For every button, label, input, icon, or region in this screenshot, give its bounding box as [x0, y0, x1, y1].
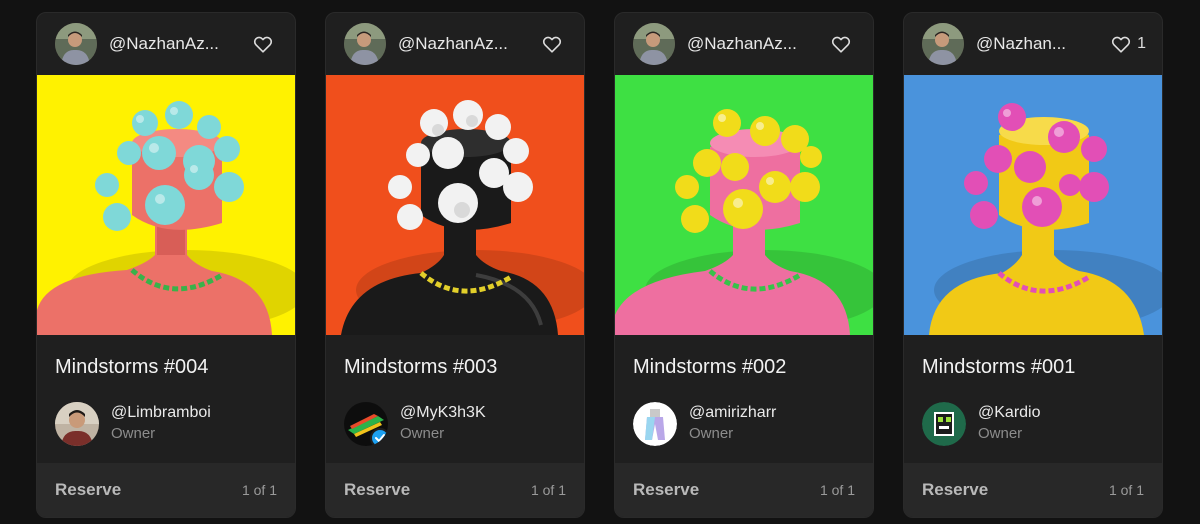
reserve-button[interactable]: Reserve [344, 480, 410, 500]
owner-info: @MyK3h3K Owner [400, 403, 486, 445]
owner-avatar [922, 402, 966, 446]
owner-handle[interactable]: @amirizharr [689, 403, 776, 423]
owner-info: @amirizharr Owner [689, 403, 776, 445]
owner-handle[interactable]: @Kardio [978, 403, 1041, 423]
owner-role: Owner [400, 425, 445, 442]
card-header: @Nazhan... 1 [904, 13, 1162, 75]
like-button[interactable] [542, 35, 568, 53]
nft-artwork[interactable] [615, 75, 873, 335]
owner-row[interactable]: @amirizharr Owner [633, 402, 776, 446]
heart-outline-icon [831, 35, 851, 53]
card-title[interactable]: Mindstorms #002 [633, 356, 786, 379]
owner-row[interactable]: @MyK3h3K Owner [344, 402, 486, 446]
creator-handle[interactable]: @NazhanAz... [398, 34, 532, 54]
card-header: @NazhanAz... [326, 13, 584, 75]
owner-avatar [633, 402, 677, 446]
nft-card[interactable]: @NazhanAz... Mindstorms #004 @Limbramboi… [36, 12, 296, 518]
card-header: @NazhanAz... [615, 13, 873, 75]
card-header: @NazhanAz... [37, 13, 295, 75]
owner-info: @Limbramboi Owner [111, 403, 211, 445]
reserve-button[interactable]: Reserve [633, 480, 699, 500]
owner-role: Owner [689, 425, 734, 442]
card-footer: Reserve 1 of 1 [615, 463, 873, 517]
card-title[interactable]: Mindstorms #003 [344, 356, 497, 379]
edition-label: 1 of 1 [530, 482, 566, 498]
owner-handle[interactable]: @MyK3h3K [400, 403, 486, 423]
owner-info: @Kardio Owner [978, 403, 1041, 445]
nft-card[interactable]: @Nazhan... 1 Mindstorms #001 @Kardio Own… [903, 12, 1163, 518]
nft-artwork[interactable] [904, 75, 1162, 335]
card-title[interactable]: Mindstorms #004 [55, 356, 208, 379]
owner-role: Owner [111, 425, 156, 442]
nft-artwork[interactable] [326, 75, 584, 335]
owner-row[interactable]: @Limbramboi Owner [55, 402, 211, 446]
card-footer: Reserve 1 of 1 [37, 463, 295, 517]
verified-badge-icon [370, 428, 388, 446]
like-button[interactable]: 1 [1111, 35, 1146, 53]
like-count: 1 [1137, 35, 1146, 52]
nft-artwork[interactable] [37, 75, 295, 335]
heart-outline-icon [253, 35, 273, 53]
edition-label: 1 of 1 [819, 482, 855, 498]
heart-outline-icon [542, 35, 562, 53]
owner-handle[interactable]: @Limbramboi [111, 403, 211, 423]
card-footer: Reserve 1 of 1 [326, 463, 584, 517]
like-button[interactable] [831, 35, 857, 53]
creator-avatar[interactable] [633, 23, 675, 65]
heart-outline-icon [1111, 35, 1131, 53]
reserve-button[interactable]: Reserve [922, 480, 988, 500]
edition-label: 1 of 1 [1108, 482, 1144, 498]
card-footer: Reserve 1 of 1 [904, 463, 1162, 517]
creator-handle[interactable]: @NazhanAz... [109, 34, 243, 54]
like-button[interactable] [253, 35, 279, 53]
edition-label: 1 of 1 [241, 482, 277, 498]
nft-card[interactable]: @NazhanAz... Mindstorms #002 @amirizharr… [614, 12, 874, 518]
reserve-button[interactable]: Reserve [55, 480, 121, 500]
creator-handle[interactable]: @NazhanAz... [687, 34, 821, 54]
owner-avatar [55, 402, 99, 446]
creator-handle[interactable]: @Nazhan... [976, 34, 1101, 54]
owner-avatar [344, 402, 388, 446]
owner-row[interactable]: @Kardio Owner [922, 402, 1041, 446]
nft-card[interactable]: @NazhanAz... Mindstorms #003 @MyK3h3K Ow… [325, 12, 585, 518]
creator-avatar[interactable] [922, 23, 964, 65]
creator-avatar[interactable] [55, 23, 97, 65]
card-title[interactable]: Mindstorms #001 [922, 356, 1075, 379]
creator-avatar[interactable] [344, 23, 386, 65]
owner-role: Owner [978, 425, 1023, 442]
